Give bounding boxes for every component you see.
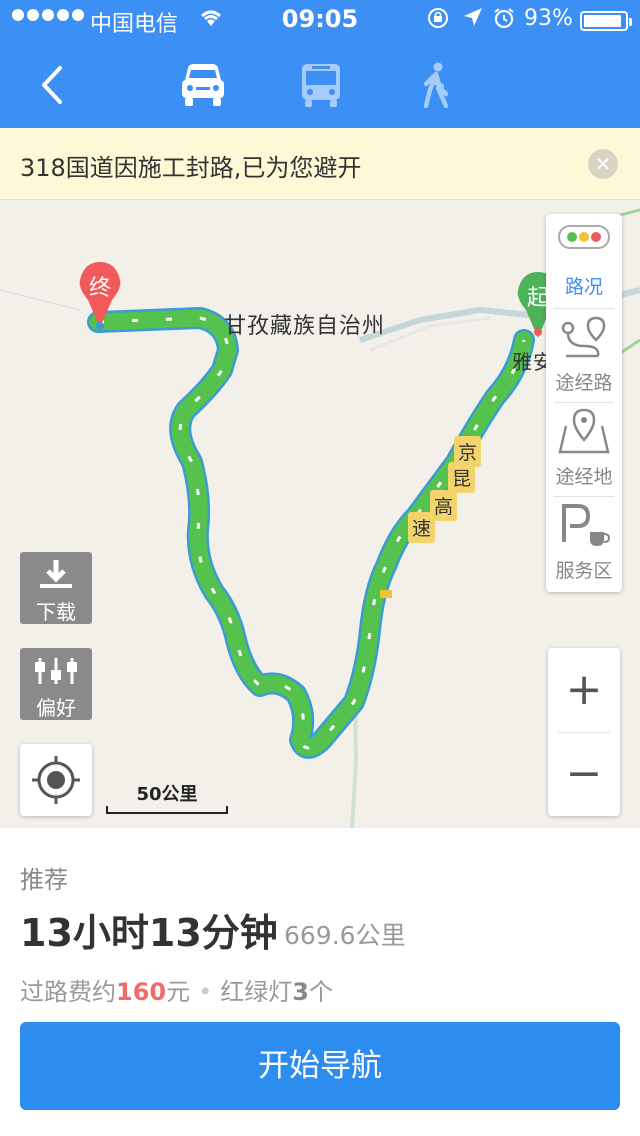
destination-pin-label: 终 <box>88 276 111 301</box>
offline-download-button[interactable]: 下载 <box>20 552 92 624</box>
walk-icon <box>423 62 449 109</box>
download-label: 下载 <box>36 600 76 624</box>
highway-label-char: 速 <box>408 512 436 543</box>
top-bar: 中国电信 09:05 93% <box>0 0 640 128</box>
route-details: 过路费约160元 • 红绿灯3个 <box>20 972 333 1007</box>
route-distance: 669.6公里 <box>284 921 406 950</box>
location-arrow-icon <box>462 6 484 34</box>
zoom-controls: + − <box>548 648 620 816</box>
service-area-button[interactable]: 服务区 <box>546 498 622 592</box>
sliders-icon <box>35 658 77 684</box>
tab-walk[interactable] <box>412 62 462 109</box>
toll-prefix: 过路费约 <box>20 978 116 1006</box>
highway-label-char: 昆 <box>448 462 476 493</box>
back-arrow-icon <box>42 66 62 104</box>
download-icon <box>40 560 72 588</box>
tab-bus[interactable] <box>296 62 346 108</box>
province-border <box>0 289 81 311</box>
tab-car[interactable] <box>178 62 228 108</box>
rotation-lock-icon <box>426 6 450 36</box>
bus-icon <box>302 64 340 107</box>
back-button[interactable] <box>28 60 78 110</box>
scale-label: 50公里 <box>136 784 198 805</box>
scale-bar <box>106 806 228 814</box>
recommend-label: 推荐 <box>20 866 68 894</box>
route-direction-arrows <box>97 316 526 750</box>
zoom-out-button[interactable]: − <box>548 732 620 816</box>
zoom-in-button[interactable]: + <box>548 648 620 732</box>
status-bar: 中国电信 09:05 93% <box>0 0 640 40</box>
traffic-label: 路况 <box>564 276 603 298</box>
locate-me-button[interactable] <box>20 744 92 816</box>
via-place-label: 途经地 <box>555 466 613 488</box>
separator-dot: • <box>198 978 213 1006</box>
traffic-toggle[interactable]: 路况 <box>546 214 622 308</box>
route-notice-banner: 318国道因施工封路,已为您避开 <box>0 128 640 200</box>
traffic-slow-segment <box>380 590 392 598</box>
car-icon <box>182 64 224 106</box>
map-scale: 50公里 <box>104 780 230 816</box>
alarm-icon <box>492 6 516 36</box>
route-line <box>89 309 533 757</box>
lights-count: 3 <box>292 978 309 1006</box>
lights-prefix: 红绿灯 <box>220 978 293 1006</box>
notice-text: 318国道因施工封路,已为您避开 <box>20 154 362 182</box>
via-road-button[interactable]: 途经路 <box>546 310 622 404</box>
route-preference-button[interactable]: 偏好 <box>20 648 92 720</box>
service-area-label: 服务区 <box>555 560 613 582</box>
lights-suffix: 个 <box>308 978 333 1006</box>
traffic-light-icon <box>558 225 610 249</box>
route-line-edge <box>87 307 535 759</box>
close-icon[interactable]: ✕ <box>588 149 618 179</box>
via-place-button[interactable]: 途经地 <box>546 404 622 498</box>
start-navigation-button[interactable]: 开始导航 <box>20 1022 620 1110</box>
toll-amount: 160 <box>116 978 167 1006</box>
toll-suffix: 元 <box>166 978 191 1006</box>
route-summary: 推荐 13小时13分钟 669.6公里 过路费约160元 • 红绿灯3个 开始导航 <box>0 828 640 1136</box>
battery-percentage: 93% <box>524 6 573 31</box>
map-view[interactable]: 甘孜藏族自治州 雅安 京 昆 高 速 终 起 下载 偏好 50公里 路况 途经路… <box>0 200 640 828</box>
map-pin-icon <box>558 408 610 454</box>
destination-pin[interactable]: 终 <box>76 260 124 330</box>
preference-label: 偏好 <box>36 696 76 720</box>
map-tools-panel: 路况 途经路 途经地 服务区 <box>546 214 622 592</box>
via-road-label: 途经路 <box>555 372 613 394</box>
minor-road <box>369 316 491 352</box>
route-duration: 13小时13分钟 <box>20 911 278 955</box>
battery-icon <box>580 11 632 31</box>
route-waypoint-icon <box>561 316 606 358</box>
service-area-icon <box>562 504 611 546</box>
region-label: 甘孜藏族自治州 <box>224 314 386 339</box>
crosshair-icon <box>32 756 80 804</box>
